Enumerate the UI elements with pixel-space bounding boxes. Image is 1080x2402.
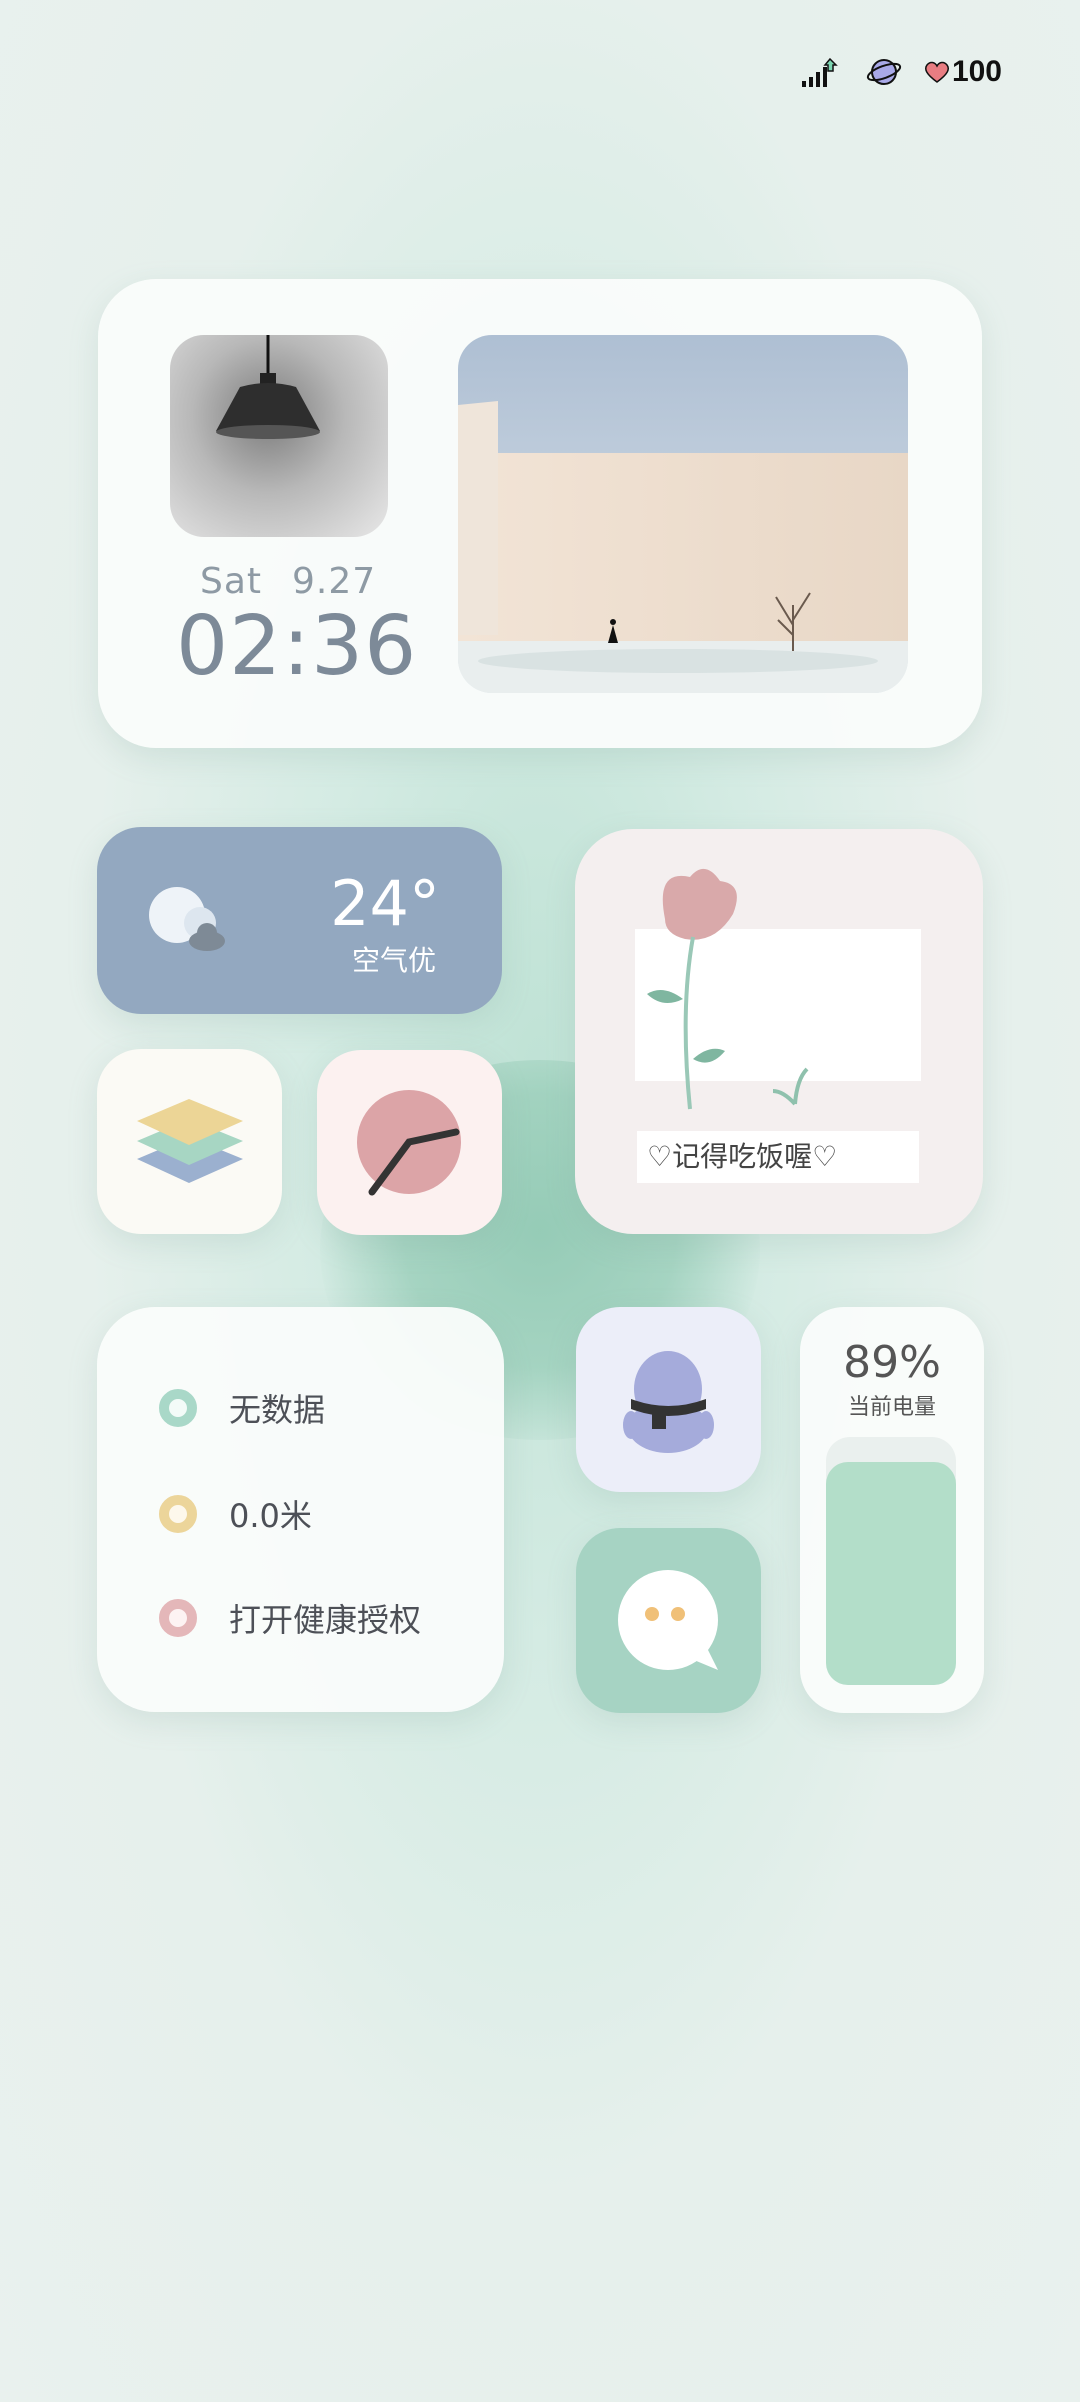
note-text: ♡记得吃饭喔♡ — [637, 1131, 919, 1183]
layers-app-icon[interactable] — [97, 1049, 282, 1234]
clock-icon — [357, 1090, 461, 1196]
date-text: 9.27 — [292, 561, 377, 602]
temperature-text: 24° — [330, 867, 440, 940]
layers-icon — [137, 1099, 243, 1183]
time-text: 02:36 — [176, 599, 418, 694]
date-label: Sat 9.27 — [200, 561, 406, 602]
qq-app-icon[interactable] — [576, 1307, 761, 1492]
health-label-2: 0.0米 — [229, 1497, 312, 1535]
health-label-1: 无数据 — [229, 1391, 326, 1429]
battery-widget[interactable]: 89% 当前电量 — [800, 1307, 984, 1713]
planet-icon — [866, 59, 902, 85]
battery-indicator: 100 — [924, 55, 1002, 89]
cloud-icon — [149, 887, 225, 951]
battery-label: 当前电量 — [847, 1395, 936, 1420]
air-quality-text: 空气优 — [351, 944, 436, 977]
status-dot-yellow — [159, 1495, 197, 1533]
status-dot-green — [159, 1389, 197, 1427]
signal-icon — [801, 57, 838, 87]
health-row-2: 0.0米 — [159, 1491, 312, 1537]
landscape-photo — [458, 335, 908, 693]
status-bar: 100 — [800, 55, 1002, 89]
lamp-image — [170, 335, 388, 537]
battery-percent-text: 89% — [843, 1337, 941, 1388]
chat-bubble-icon — [618, 1570, 718, 1670]
flower-note-widget[interactable]: ♡记得吃饭喔♡ — [575, 829, 983, 1234]
clock-app-icon[interactable] — [317, 1050, 502, 1235]
chat-app-icon[interactable] — [576, 1528, 761, 1713]
weekday-text: Sat — [200, 561, 263, 602]
health-widget[interactable]: 无数据 0.0米 打开健康授权 — [97, 1307, 504, 1712]
photo-clock-widget[interactable]: Sat 9.27 02:36 — [98, 279, 982, 748]
battery-gauge-fill — [826, 1462, 956, 1685]
health-label-3: 打开健康授权 — [229, 1601, 422, 1639]
health-row-1: 无数据 — [159, 1385, 325, 1431]
health-row-3: 打开健康授权 — [159, 1595, 421, 1641]
penguin-icon — [623, 1351, 714, 1453]
heart-battery-icon — [924, 61, 949, 83]
weather-widget[interactable]: 24° 空气优 — [97, 827, 502, 1014]
tulip-icon — [647, 868, 809, 1110]
status-dot-pink — [159, 1599, 197, 1637]
battery-level-text: 100 — [951, 55, 1002, 88]
